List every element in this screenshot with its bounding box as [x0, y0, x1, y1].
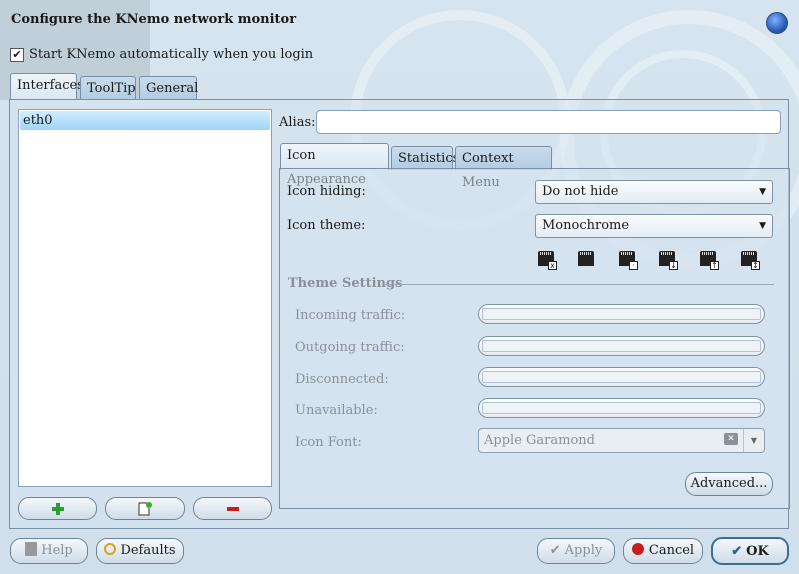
icon-font-label: Icon Font:	[295, 435, 362, 450]
incoming-traffic-label: Incoming traffic:	[295, 308, 406, 323]
tab-statistics[interactable]: Statistics	[391, 146, 459, 170]
remove-interface-button[interactable]	[193, 497, 272, 520]
dialog-title: Configure the KNemo network monitor	[11, 12, 297, 27]
outgoing-color-button[interactable]	[478, 336, 765, 356]
chevron-down-icon: ▼	[759, 221, 766, 231]
incoming-icon: ·	[616, 248, 638, 270]
receive-icon: ↓	[656, 248, 678, 270]
transmit-icon: ↑	[697, 248, 719, 270]
plus-icon	[51, 503, 64, 515]
ok-label: OK	[746, 544, 769, 559]
both-icon: ↕	[738, 248, 760, 270]
autostart-checkbox[interactable]: ✔	[10, 48, 24, 62]
tab-interfaces[interactable]: Interfaces	[10, 73, 84, 100]
icon-theme-select[interactable]: Monochrome ▼	[535, 214, 773, 238]
idle-icon	[575, 248, 597, 270]
cancel-icon	[631, 543, 644, 555]
disconnected-icon: x	[535, 248, 557, 270]
tab-icon-appearance[interactable]: Icon Appearance	[280, 143, 389, 187]
ok-button[interactable]: ✔ OK	[711, 537, 789, 565]
defaults-button[interactable]: Defaults	[96, 538, 184, 564]
outgoing-traffic-label: Outgoing traffic:	[295, 340, 405, 355]
checkmark-icon: ✔	[549, 543, 561, 558]
new-interface-button[interactable]	[105, 497, 185, 520]
icon-hiding-label: Icon hiding:	[287, 184, 366, 199]
list-item[interactable]: eth0	[20, 111, 270, 130]
chevron-down-icon[interactable]: ▼	[743, 429, 764, 452]
cancel-label: Cancel	[648, 543, 695, 558]
add-interface-button[interactable]	[18, 497, 97, 520]
icon-theme-value: Monochrome	[542, 218, 630, 233]
defaults-label: Defaults	[120, 543, 176, 558]
icon-font-value: Apple Garamond	[484, 433, 595, 448]
clear-icon[interactable]: ✕	[724, 433, 738, 445]
incoming-color-button[interactable]	[478, 304, 765, 324]
autostart-label[interactable]: Start KNemo automatically when you login	[29, 47, 313, 62]
globe-icon[interactable]	[766, 12, 788, 34]
icon-font-select[interactable]: Apple Garamond ✕ ▼	[478, 428, 765, 453]
chevron-down-icon: ▼	[759, 187, 766, 197]
icon-theme-label: Icon theme:	[287, 218, 366, 233]
defaults-icon	[104, 543, 117, 555]
advanced-button[interactable]: Advanced...	[685, 472, 773, 496]
alias-input[interactable]	[316, 110, 781, 134]
minus-icon	[226, 507, 239, 511]
help-label: Help	[41, 543, 73, 558]
checkmark-icon: ✔	[731, 544, 743, 559]
interface-list[interactable]	[18, 109, 272, 487]
disconnected-color-button[interactable]	[478, 367, 765, 387]
alias-label: Alias:	[279, 115, 316, 130]
tab-context-menu[interactable]: Context Menu	[455, 146, 552, 190]
tab-general[interactable]: General	[139, 76, 198, 100]
disconnected-label: Disconnected:	[295, 372, 389, 387]
help-button[interactable]: Help	[10, 538, 88, 564]
apply-label: Apply	[564, 543, 603, 558]
unavailable-label: Unavailable:	[295, 403, 378, 418]
tab-tooltip[interactable]: ToolTip	[80, 76, 136, 100]
icon-hiding-value: Do not hide	[542, 184, 619, 199]
new-document-icon	[138, 502, 152, 516]
group-divider	[385, 284, 774, 285]
unavailable-color-button[interactable]	[478, 398, 765, 418]
help-icon	[25, 542, 38, 556]
apply-button[interactable]: ✔ Apply	[537, 538, 615, 564]
cancel-button[interactable]: Cancel	[623, 538, 703, 564]
icon-hiding-select[interactable]: Do not hide ▼	[535, 180, 773, 204]
